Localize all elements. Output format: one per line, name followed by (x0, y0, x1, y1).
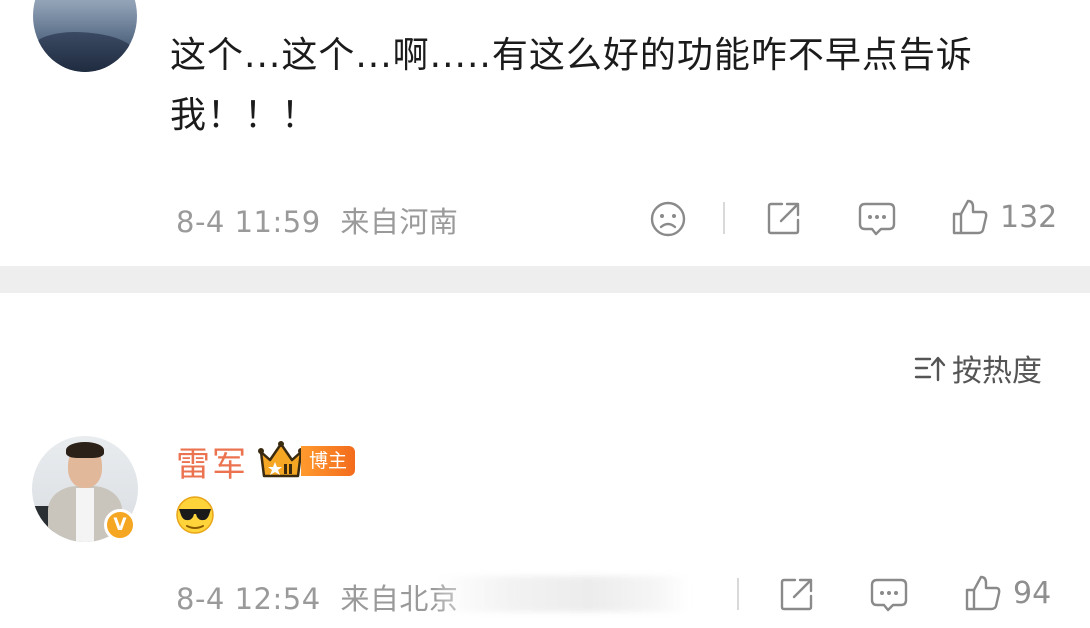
thumbs-up-icon (963, 573, 1003, 613)
sort-by-hot-button[interactable]: 按热度 (914, 346, 1042, 390)
divider (723, 202, 725, 234)
comment-meta: 8-4 12:54 来自北京 (176, 576, 458, 618)
like-count: 94 (1013, 575, 1052, 611)
comment-meta: 8-4 11:59 来自河南 (176, 199, 458, 241)
share-icon (767, 202, 800, 235)
reply-button[interactable] (857, 200, 897, 238)
username[interactable]: 雷军 (176, 437, 248, 486)
sad-face-icon (650, 201, 686, 237)
reply-button[interactable] (869, 576, 909, 614)
like-count: 132 (1000, 199, 1058, 235)
blogger-tag: 博主 (301, 446, 356, 476)
comment-location: 来自河南 (340, 205, 459, 239)
comment-text: 这个...这个...啊.....有这么好的功能咋不早点告诉我！！！ (170, 35, 973, 136)
share-icon (780, 578, 813, 611)
share-button[interactable] (778, 575, 816, 613)
sort-label: 按热度 (952, 354, 1042, 389)
comment-icon (858, 202, 896, 236)
divider (737, 578, 739, 610)
section-divider (0, 266, 1090, 293)
like-button[interactable]: 94 (963, 573, 1051, 613)
comment-icon (870, 578, 908, 612)
avatar-landscape (33, 32, 137, 72)
verified-badge-icon: V (104, 509, 136, 541)
crown-icon (258, 440, 304, 484)
dislike-button[interactable] (649, 200, 687, 238)
share-button[interactable] (765, 199, 803, 237)
avatar[interactable] (33, 0, 137, 72)
sort-icon (914, 353, 946, 383)
comment-time: 8-4 11:59 (176, 205, 321, 239)
sunglasses-emoji-icon (174, 495, 216, 539)
blurred-area (438, 576, 690, 612)
thumbs-up-icon (950, 197, 990, 237)
comment-time: 8-4 12:54 (176, 582, 321, 616)
like-button[interactable]: 132 (950, 197, 1057, 237)
